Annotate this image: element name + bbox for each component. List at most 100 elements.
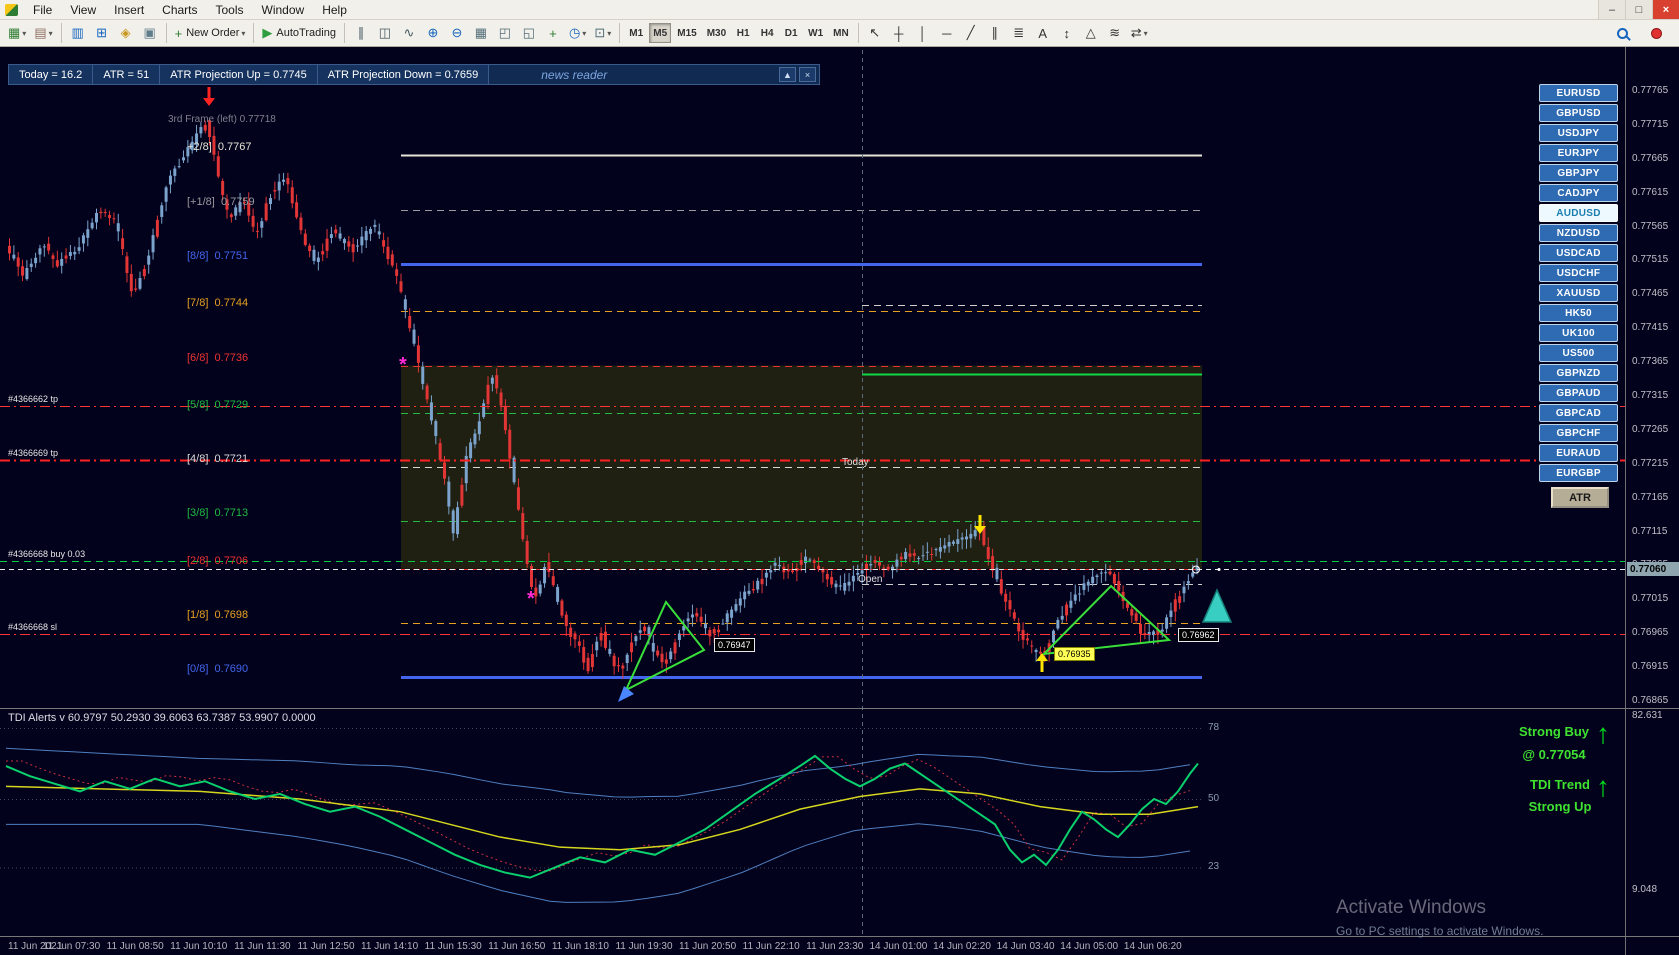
close-panel-button[interactable]: × [799, 67, 816, 82]
profiles-button[interactable]: ▤ ▾ [31, 22, 55, 44]
time-axis[interactable]: 11 Jun 2021 11 Jun 07:30 11 Jun 08:50 11 Ju… [0, 937, 1625, 955]
indicator-separator[interactable] [0, 708, 1679, 709]
menu-window[interactable]: Window [253, 1, 314, 19]
toolbar-right [1607, 22, 1675, 44]
line-chart-mode-button[interactable]: ∿ [398, 22, 420, 44]
symbol-button-hk50[interactable]: HK50 [1539, 304, 1618, 322]
crosshair-tool-button[interactable]: ┼ [888, 22, 910, 44]
price-scale[interactable]: 0.77060 82.631 9.048 0.77765 0.77715 0.776… [1625, 47, 1679, 955]
time-label-18: 14 Jun 06:20 [1123, 941, 1182, 952]
autotrading-button[interactable]: ▶ AutoTrading [259, 22, 339, 44]
chart-canvas[interactable] [0, 47, 1625, 955]
symbol-button-usdcad[interactable]: USDCAD [1539, 244, 1618, 262]
time-label-8: 11 Jun 16:50 [488, 941, 546, 952]
symbol-button-eurgbp[interactable]: EURGBP [1539, 464, 1618, 482]
market-watch-button[interactable]: ▥ [67, 22, 89, 44]
time-label-2: 11 Jun 08:50 [106, 941, 164, 952]
murrey-label-48: [4/8] 0.7721 [187, 453, 249, 466]
timeframe-m1-button[interactable]: M1 [625, 23, 647, 43]
time-label-11: 11 Jun 20:50 [679, 941, 737, 952]
add-indicator-button[interactable]: + [542, 22, 564, 44]
symbol-button-euraud[interactable]: EURAUD [1539, 444, 1618, 462]
price-tag-low-3: 0.76962 [1178, 628, 1219, 642]
symbol-button-usdjpy[interactable]: USDJPY [1539, 124, 1618, 142]
atr-button[interactable]: ATR [1551, 487, 1609, 508]
maximize-button[interactable]: □ [1625, 0, 1652, 19]
data-window-button[interactable]: ⊞ [91, 22, 113, 44]
symbol-button-gbpusd[interactable]: GBPUSD [1539, 104, 1618, 122]
cursor-tool-button[interactable]: ↖ [864, 22, 886, 44]
menu-tools[interactable]: Tools [207, 1, 253, 19]
zoom-in-button[interactable]: ⊕ [422, 22, 444, 44]
record-button[interactable] [1639, 22, 1674, 44]
symbol-button-xauusd[interactable]: XAUUSD [1539, 284, 1618, 302]
channel-tool-button[interactable]: ∥ [984, 22, 1006, 44]
navigator-button[interactable]: ◈ [115, 22, 137, 44]
tile-windows-button[interactable]: ▦ [470, 22, 492, 44]
info-segment-0: Today = 16.2 [9, 65, 94, 84]
bar-chart-mode-button[interactable]: ∥ [350, 22, 372, 44]
symbol-button-gbpcad[interactable]: GBPCAD [1539, 404, 1618, 422]
arrange-windows-button[interactable]: ◱ [518, 22, 540, 44]
shapes-tool-button[interactable]: △ [1080, 22, 1102, 44]
candlestick-mode-icon: ◫ [378, 25, 392, 40]
time-label-6: 11 Jun 14:10 [361, 941, 419, 952]
symbol-button-eurusd[interactable]: EURUSD [1539, 84, 1618, 102]
menu-insert[interactable]: Insert [105, 1, 153, 19]
zoom-out-button[interactable]: ⊖ [446, 22, 468, 44]
candlestick-mode-button[interactable]: ◫ [374, 22, 396, 44]
new-order-button[interactable]: + New Order ▾ [172, 22, 249, 44]
menu-help[interactable]: Help [313, 1, 356, 19]
symbol-button-uk100[interactable]: UK100 [1539, 324, 1618, 342]
symbol-button-us500[interactable]: US500 [1539, 344, 1618, 362]
timeframe-w1-button[interactable]: W1 [804, 23, 827, 43]
period-clock-icon: ◷ [568, 25, 581, 40]
cascade-windows-button[interactable]: ◰ [494, 22, 516, 44]
symbol-button-gbpnzd[interactable]: GBPNZD [1539, 364, 1618, 382]
cycle-lines-tool-button[interactable]: ≋ [1104, 22, 1126, 44]
timeframe-d1-button[interactable]: D1 [780, 23, 802, 43]
new-chart-button[interactable]: ▦ ▾ [5, 22, 29, 44]
activate-windows-watermark: Activate Windows [1336, 897, 1486, 918]
menu-view[interactable]: View [61, 1, 105, 19]
price-scale-label-1: 0.77715 [1632, 118, 1669, 130]
symbol-button-gbpaud[interactable]: GBPAUD [1539, 384, 1618, 402]
chart-properties-button[interactable]: ⊡ ▾ [591, 22, 614, 44]
close-button[interactable]: × [1652, 0, 1679, 19]
arrow-tool-icon: ↕ [1063, 25, 1070, 41]
symbol-button-cadjpy[interactable]: CADJPY [1539, 184, 1618, 202]
terminal-button[interactable]: ▣ [139, 22, 161, 44]
collapse-panel-button[interactable]: ▲ [779, 67, 796, 82]
cascade-windows-icon: ◰ [498, 25, 512, 40]
fibonacci-tool-button[interactable]: ≣ [1008, 22, 1030, 44]
app-icon [5, 3, 18, 16]
chart-properties-icon: ⊡ [594, 25, 606, 40]
time-label-7: 11 Jun 15:30 [424, 941, 482, 952]
timeframe-h4-button[interactable]: H4 [756, 23, 778, 43]
symbol-button-nzdusd[interactable]: NZDUSD [1539, 224, 1618, 242]
time-label-3: 11 Jun 10:10 [170, 941, 228, 952]
symbol-button-gbpchf[interactable]: GBPCHF [1539, 424, 1618, 442]
symbol-button-gbpjpy[interactable]: GBPJPY [1539, 164, 1618, 182]
timeframe-m5-button[interactable]: M5 [649, 23, 672, 43]
period-clock-button[interactable]: ◷ ▾ [566, 22, 589, 44]
minimize-button[interactable]: – [1598, 0, 1625, 19]
timeframe-h1-button[interactable]: H1 [732, 23, 754, 43]
menu-charts[interactable]: Charts [153, 1, 206, 19]
timeframe-mn-button[interactable]: MN [829, 23, 853, 43]
trendline-tool-button[interactable]: ╱ [960, 22, 982, 44]
timeframe-m15-button[interactable]: M15 [673, 23, 700, 43]
symbol-button-eurjpy[interactable]: EURJPY [1539, 144, 1618, 162]
signal-up-arrow-icon: ↑ [1596, 718, 1610, 749]
symbol-button-audusd[interactable]: AUDUSD [1539, 204, 1618, 222]
more-tools-button[interactable]: ⇄ ▾ [1128, 22, 1151, 44]
horizontal-line-tool-button[interactable]: ─ [936, 22, 958, 44]
arrow-tool-button[interactable]: ↕ [1056, 22, 1078, 44]
timeframe-m30-button[interactable]: M30 [703, 23, 730, 43]
text-tool-button[interactable]: A [1032, 22, 1054, 44]
more-tools-icon: ⇄ [1130, 25, 1142, 40]
menu-file[interactable]: File [24, 1, 61, 19]
symbol-button-usdchf[interactable]: USDCHF [1539, 264, 1618, 282]
search-button[interactable] [1608, 22, 1637, 44]
vertical-line-tool-button[interactable]: │ [912, 22, 934, 44]
